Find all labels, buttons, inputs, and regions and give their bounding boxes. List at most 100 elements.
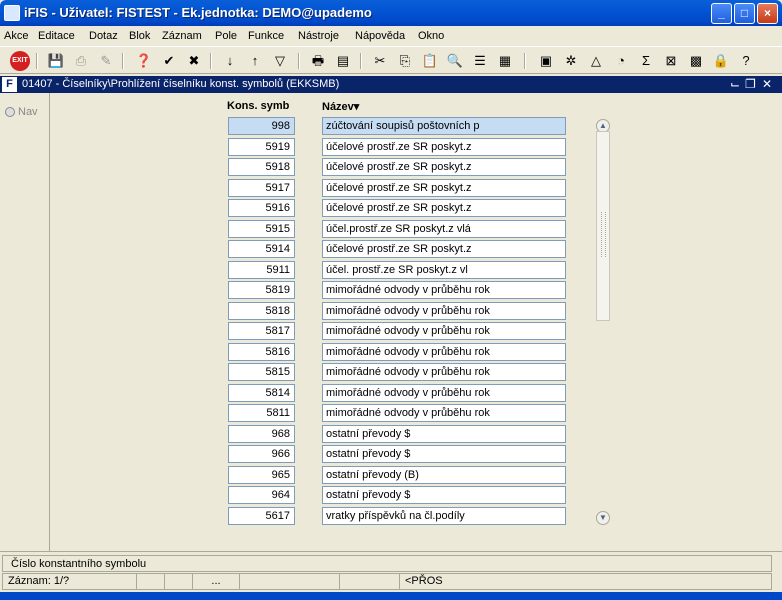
name-field[interactable]: ostatní převody $ [322,445,566,463]
query-enter-icon[interactable]: ❓ [134,51,154,71]
sort-desc-icon[interactable]: ↑ [245,51,265,71]
query-execute-icon[interactable]: ✔ [159,51,179,71]
name-field[interactable]: mimořádné odvody v průběhu rok [322,281,566,299]
code-field[interactable]: 998 [228,117,295,135]
form-restore-icon[interactable]: ❐ [745,77,756,91]
code-field[interactable]: 5915 [228,219,295,238]
tree-icon[interactable]: △ [586,51,606,71]
code-field[interactable]: 5815 [228,363,295,381]
column-header-code[interactable]: Kons. symb [227,100,289,112]
name-field[interactable]: ostatní převody $ [322,424,566,443]
table-row[interactable]: 5915 účel.prostř.ze SR poskyt.z vlá [51,219,778,238]
name-field[interactable]: mimořádné odvody v průběhu rok [322,383,566,402]
query-cancel-icon[interactable]: ✖ [184,51,204,71]
code-field[interactable]: 5919 [228,137,295,156]
name-field[interactable]: vratky příspěvků na čl.podíly [322,506,566,525]
menu-dotaz[interactable]: Dotaz [89,30,118,42]
code-field[interactable]: 5819 [228,281,295,299]
settings-icon[interactable]: ✲ [561,51,581,71]
name-field[interactable]: účel.prostř.ze SR poskyt.z vlá [322,219,566,238]
exit-button[interactable]: EXIT [10,51,30,71]
form-close-icon[interactable]: ✕ [762,77,772,91]
cut-icon[interactable]: ✂ [370,51,390,71]
table-row[interactable]: 5819 mimořádné odvody v průběhu rok [51,281,778,299]
name-field[interactable]: mimořádné odvody v průběhu rok [322,404,566,422]
name-field[interactable]: zúčtování soupisů poštovních p [322,117,566,135]
table-row[interactable]: 964 ostatní převody $ [51,486,778,504]
nav-radio[interactable] [5,107,15,117]
filter-icon[interactable]: ▽ [270,51,290,71]
table-row[interactable]: 5916 účelové prostř.ze SR poskyt.z [51,199,778,217]
find-icon[interactable]: 🔍 [445,51,465,71]
code-field[interactable]: 5917 [228,178,295,197]
table-row[interactable]: 5811 mimořádné odvody v průběhu rok [51,404,778,422]
clear-icon[interactable]: ✎ [96,51,116,71]
code-field[interactable]: 964 [228,486,295,504]
table-row[interactable]: 965 ostatní převody (B) [51,465,778,484]
grid-icon[interactable]: ▦ [495,51,515,71]
name-field[interactable]: ostatní převody (B) [322,465,566,484]
name-field[interactable]: mimořádné odvody v průběhu rok [322,363,566,381]
paste-icon[interactable]: 📋 [420,51,440,71]
code-field[interactable]: 5814 [228,383,295,402]
menu-okno[interactable]: Okno [418,30,444,42]
table-row[interactable]: 5617 vratky příspěvků na čl.podíly [51,506,778,525]
name-field[interactable]: mimořádné odvody v průběhu rok [322,342,566,361]
menu-editace[interactable]: Editace [38,30,75,42]
table-row[interactable]: 5817 mimořádné odvody v průběhu rok [51,322,778,340]
code-field[interactable]: 965 [228,465,295,484]
code-field[interactable]: 966 [228,445,295,463]
table-row[interactable]: 5815 mimořádné odvody v průběhu rok [51,363,778,381]
sort-asc-icon[interactable]: ↓ [220,51,240,71]
maximize-button[interactable]: □ [734,3,755,24]
save-icon[interactable]: 💾 [46,51,66,71]
column-header-name[interactable]: Název▾ [322,100,359,113]
table-row[interactable]: 5818 mimořádné odvody v průběhu rok [51,301,778,320]
menu-napoveda[interactable]: Nápověda [355,30,405,42]
code-field[interactable]: 5617 [228,506,295,525]
menu-pole[interactable]: Pole [215,30,237,42]
calculator-icon[interactable]: ▣ [536,51,556,71]
name-field[interactable]: účelové prostř.ze SR poskyt.z [322,199,566,217]
copy-icon[interactable]: ⎘ [395,51,415,71]
minimize-button[interactable]: _ [711,3,732,24]
table-row[interactable]: 5914 účelové prostř.ze SR poskyt.z [51,240,778,258]
table-row[interactable]: 966 ostatní převody $ [51,445,778,463]
name-field[interactable]: účelové prostř.ze SR poskyt.z [322,178,566,197]
table-row[interactable]: 5814 mimořádné odvody v průběhu rok [51,383,778,402]
menu-funkce[interactable]: Funkce [248,30,284,42]
code-field[interactable]: 5911 [228,260,295,279]
name-field[interactable]: ostatní převody $ [322,486,566,504]
menu-nastroje[interactable]: Nástroje [298,30,339,42]
code-field[interactable]: 5914 [228,240,295,258]
code-field[interactable]: 5918 [228,158,295,176]
print-form-icon[interactable]: 🖶 [308,51,328,71]
table-row[interactable]: 998 zúčtování soupisů poštovních p [51,117,778,135]
name-field[interactable]: účelové prostř.ze SR poskyt.z [322,240,566,258]
scroll-thumb[interactable] [596,131,610,321]
table-row[interactable]: 5911 účel. prostř.ze SR poskyt.z vl [51,260,778,279]
table-row[interactable]: 5919 účelové prostř.ze SR poskyt.z [51,137,778,156]
name-field[interactable]: účelové prostř.ze SR poskyt.z [322,158,566,176]
chart-icon[interactable]: ◔ [611,51,631,71]
table-row[interactable]: 968 ostatní převody $ [51,424,778,443]
export-icon[interactable]: ▤ [333,51,353,71]
menu-zaznam[interactable]: Záznam [162,30,202,42]
code-field[interactable]: 5816 [228,342,295,361]
name-field[interactable]: účelové prostř.ze SR poskyt.z [322,137,566,156]
scroll-down-icon[interactable]: ▼ [596,511,610,525]
table-row[interactable]: 5816 mimořádné odvody v průběhu rok [51,342,778,361]
name-field[interactable]: mimořádné odvody v průběhu rok [322,322,566,340]
print-icon[interactable]: ⎙ [71,51,91,71]
code-field[interactable]: 5811 [228,404,295,422]
table-row[interactable]: 5917 účelové prostř.ze SR poskyt.z [51,178,778,197]
code-field[interactable]: 5916 [228,199,295,217]
map-icon[interactable]: ▩ [686,51,706,71]
name-field[interactable]: mimořádné odvody v průběhu rok [322,301,566,320]
list-icon[interactable]: ☰ [470,51,490,71]
form-minimize-icon[interactable]: ⌙ [730,77,740,91]
menu-akce[interactable]: Akce [4,30,28,42]
menu-blok[interactable]: Blok [129,30,150,42]
table-row[interactable]: 5918 účelové prostř.ze SR poskyt.z [51,158,778,176]
code-field[interactable]: 968 [228,424,295,443]
